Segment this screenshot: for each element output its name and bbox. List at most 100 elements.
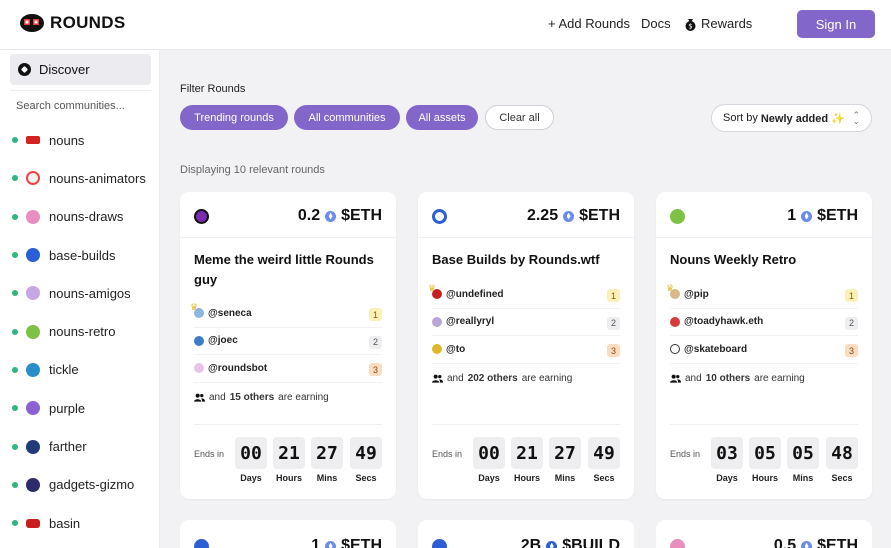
top-header: ROUNDS + Add Rounds Docs $ Rewards Sign … [0,0,891,50]
sidebar-item-label: nouns-retro [49,324,116,340]
active-dot [12,366,18,373]
others-prefix: and [209,392,226,403]
avatar [670,316,680,327]
chip-all-assets[interactable]: All assets [406,105,478,130]
sidebar-item-nouns-amigos[interactable]: nouns-amigos [0,274,160,312]
timer-label-secs: Secs [355,473,377,483]
avatar [432,316,442,327]
leaderboard: ♛ @pip 1 @toadyhawk.eth 2 @skateboard 3 [666,281,858,364]
leaderboard-row[interactable]: ♛ @pip 1 [666,281,858,309]
leaderboard-row[interactable]: ♛ @seneca 1 [190,300,382,328]
timer-days: 03 [711,437,743,469]
leaderboard-row[interactable]: ♛ @undefined 1 [428,281,620,309]
active-dot [12,328,18,335]
active-dot [12,405,18,412]
user-handle: @toadyhawk.eth [684,316,764,328]
sidebar-item-label: tickle [49,362,79,378]
ends-in-label: Ends in [194,449,225,459]
sidebar-discover[interactable]: Discover [10,54,151,85]
sidebar-item-label: nouns-animators [49,170,146,186]
sidebar-item-basin[interactable]: basin [0,504,160,542]
community-avatar [432,209,447,224]
people-icon [194,393,205,402]
crown-icon: ♛ [666,283,675,293]
sidebar-item-base-builds[interactable]: base-builds [0,236,160,274]
community-avatar [26,209,40,224]
sidebar-item-gadgets-gizmo[interactable]: gadgets-gizmo [0,466,160,504]
leaderboard-row[interactable]: @toadyhawk.eth 2 [670,309,858,336]
sidebar-item-label: nouns-draws [49,209,124,225]
rounds-logo-icon [20,14,44,32]
eth-icon [563,210,575,222]
timer-days: 00 [235,437,267,469]
leaderboard-row[interactable]: @to 3 [432,336,620,364]
currency-label: $BUILD [562,537,620,548]
leaderboard-row[interactable]: @skateboard 3 [670,336,858,364]
sign-in-button[interactable]: Sign In [797,10,875,38]
leaderboard-row[interactable]: @joec 2 [194,328,382,355]
user-handle: @undefined [446,288,504,300]
eth-icon [801,540,813,548]
docs-link[interactable]: Docs [641,16,671,31]
eth-icon [801,210,813,222]
community-avatar [26,518,40,528]
rewards-link[interactable]: $ Rewards [684,16,752,31]
rank-badge: 1 [369,308,382,321]
chevron-updown-icon: ⌃ ⌄ [852,110,860,126]
round-card[interactable]: 1 $ETH [180,520,396,548]
user-handle: @seneca [208,307,252,319]
active-dot [12,213,18,220]
chip-all-communities[interactable]: All communities [294,105,400,130]
sidebar-item-nouns[interactable]: nouns [0,121,160,159]
people-icon [670,374,681,383]
display-count: Displaying 10 relevant rounds [180,164,325,176]
community-list: nouns nouns-animators nouns-draws base-b… [0,121,160,542]
timer-label-days: Days [240,473,262,483]
round-card[interactable]: 1 $ETH Nouns Weekly Retro ♛ @pip 1 @toadyh… [656,192,872,499]
sidebar-item-tickle[interactable]: tickle [0,351,160,389]
sort-dropdown[interactable]: Sort by Newly added ✨ ⌃ ⌄ [711,104,872,132]
community-search-input[interactable]: Search communities... [16,100,125,112]
avatar [194,363,204,374]
amount-value: 0.5 [773,537,797,548]
money-bag-icon: $ [685,18,696,31]
round-card[interactable]: 0.2 $ETH Meme the weird little Rounds gu… [180,192,396,499]
round-card[interactable]: 0.5 $ETH [656,520,872,548]
logo[interactable]: ROUNDS [19,13,125,33]
card-divider [194,424,382,425]
rank-badge: 3 [607,344,620,357]
active-dot [12,481,18,488]
currency-label: $ETH [341,537,382,548]
leaderboard-row[interactable]: @roundsbot 3 [194,355,382,383]
crown-icon: ♛ [190,302,199,312]
amount-value: 2.25 [526,207,559,224]
leaderboard-row[interactable]: @reallyryl 2 [432,309,620,336]
sidebar-item-label: nouns-amigos [49,285,131,301]
timer-label-days: Days [478,473,500,483]
chip-trending-rounds[interactable]: Trending rounds [180,105,288,130]
currency-label: $ETH [817,537,858,548]
community-avatar [26,439,40,454]
community-avatar [26,324,40,339]
round-card[interactable]: 2B $BUILD [418,520,634,548]
timer-label-hours: Hours [275,473,302,483]
sidebar-item-nouns-retro[interactable]: nouns-retro [0,312,160,350]
community-avatar [194,539,209,548]
rank-badge: 3 [369,363,382,376]
timer-label-hours: Hours [751,473,778,483]
round-card[interactable]: 2.25 $ETH Base Builds by Rounds.wtf ♛ @un… [418,192,634,499]
add-rounds-link[interactable]: + Add Rounds [548,16,630,31]
sidebar-item-label: basin [49,515,81,531]
others-suffix: are earning [754,373,805,384]
sidebar-item-nouns-animators[interactable]: nouns-animators [0,159,160,197]
sidebar-item-nouns-draws[interactable]: nouns-draws [0,198,160,236]
timer-label-hours: Hours [513,473,540,483]
sidebar-item-farther[interactable]: farther [0,427,160,465]
others-suffix: are earning [278,392,329,403]
rank-badge: 2 [369,335,382,349]
timer-mins: 05 [787,437,819,469]
sidebar-item-purple[interactable]: purple [0,389,160,427]
card-header: 2.25 $ETH [418,192,634,238]
clear-all-button[interactable]: Clear all [485,105,554,130]
reward-amount: 2B $BUILD [521,537,620,548]
